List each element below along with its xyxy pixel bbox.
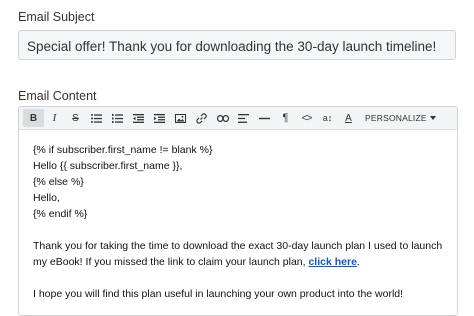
text-size-button[interactable]: a↕ [317, 109, 338, 127]
body-line: {% endif %} [33, 208, 88, 220]
indent-icon [154, 113, 165, 123]
body-line: {% if subscriber.first_name != blank %} [33, 144, 213, 156]
body-line: {% else %} [33, 176, 84, 188]
code-button[interactable]: <> [296, 109, 317, 127]
email-content-label: Email Content [18, 89, 97, 103]
personalize-label: PERSONALIZE [365, 113, 427, 123]
paragraph-1-text: Thank you for taking the time to downloa… [33, 240, 443, 268]
click-here-link[interactable]: click here [308, 256, 356, 268]
caret-down-icon [429, 116, 436, 120]
editor-toolbar: B I S ¶ <> a↕ A PERSONALIZE [19, 107, 457, 130]
image-icon [175, 113, 186, 123]
strikethrough-button[interactable]: S [65, 109, 86, 127]
editor-body[interactable]: {% if subscriber.first_name != blank %} … [19, 130, 457, 302]
unlink-button[interactable] [212, 109, 233, 127]
body-line: Hello, [33, 192, 60, 204]
bold-icon: B [29, 112, 38, 124]
font-color-icon: A [345, 112, 352, 124]
email-content-editor: B I S ¶ <> a↕ A PERSONALIZE {% if subscr… [18, 106, 458, 316]
outdent-icon [133, 113, 144, 123]
italic-icon: I [52, 112, 57, 124]
strikethrough-icon: S [72, 112, 79, 124]
indent-button[interactable] [149, 109, 170, 127]
body-paragraph-1: Thank you for taking the time to downloa… [33, 238, 445, 270]
email-subject-label: Email Subject [18, 10, 95, 24]
code-icon: <> [301, 112, 313, 124]
numbered-list-icon [112, 113, 123, 123]
paragraph-icon: ¶ [282, 112, 289, 124]
paragraph-1-end: . [356, 256, 360, 268]
horizontal-rule-button[interactable] [254, 109, 275, 127]
image-button[interactable] [170, 109, 191, 127]
horizontal-rule-icon [259, 117, 270, 119]
bold-button[interactable]: B [23, 109, 44, 127]
personalize-dropdown[interactable]: PERSONALIZE [365, 113, 436, 123]
link-icon [196, 112, 207, 124]
align-left-icon [238, 113, 249, 123]
italic-button[interactable]: I [44, 109, 65, 127]
numbered-list-button[interactable] [107, 109, 128, 127]
link-button[interactable] [191, 109, 212, 127]
text-size-icon: a↕ [322, 113, 333, 123]
font-color-button[interactable]: A [338, 109, 359, 127]
bulleted-list-button[interactable] [86, 109, 107, 127]
bulleted-list-icon [91, 113, 102, 123]
email-subject-input[interactable]: Special offer! Thank you for downloading… [18, 30, 456, 60]
body-paragraph-2: I hope you will find this plan useful in… [33, 288, 404, 300]
unlink-icon [216, 114, 229, 122]
align-left-button[interactable] [233, 109, 254, 127]
outdent-button[interactable] [128, 109, 149, 127]
paragraph-button[interactable]: ¶ [275, 109, 296, 127]
body-line: Hello {{ subscriber.first_name }}, [33, 160, 183, 172]
